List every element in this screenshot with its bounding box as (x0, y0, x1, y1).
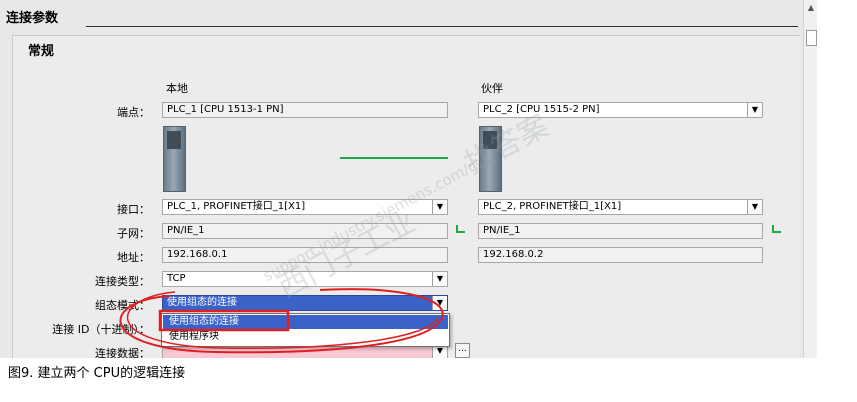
scroll-up-icon[interactable]: ▲ (806, 3, 816, 13)
red-annotation (119, 288, 444, 354)
scroll-thumb[interactable] (806, 30, 817, 46)
figure-caption: 图9. 建立两个 CPU的逻辑连接 (8, 366, 186, 381)
connection-parameters-panel: 连接参数 常规 本地 伙伴 端点： PLC_1 [CPU 1513-1 PN] … (0, 0, 817, 358)
vertical-scrollbar[interactable] (803, 0, 817, 358)
